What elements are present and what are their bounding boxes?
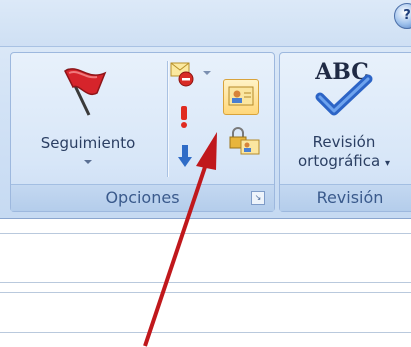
annotation-arrow-icon: [143, 132, 217, 347]
